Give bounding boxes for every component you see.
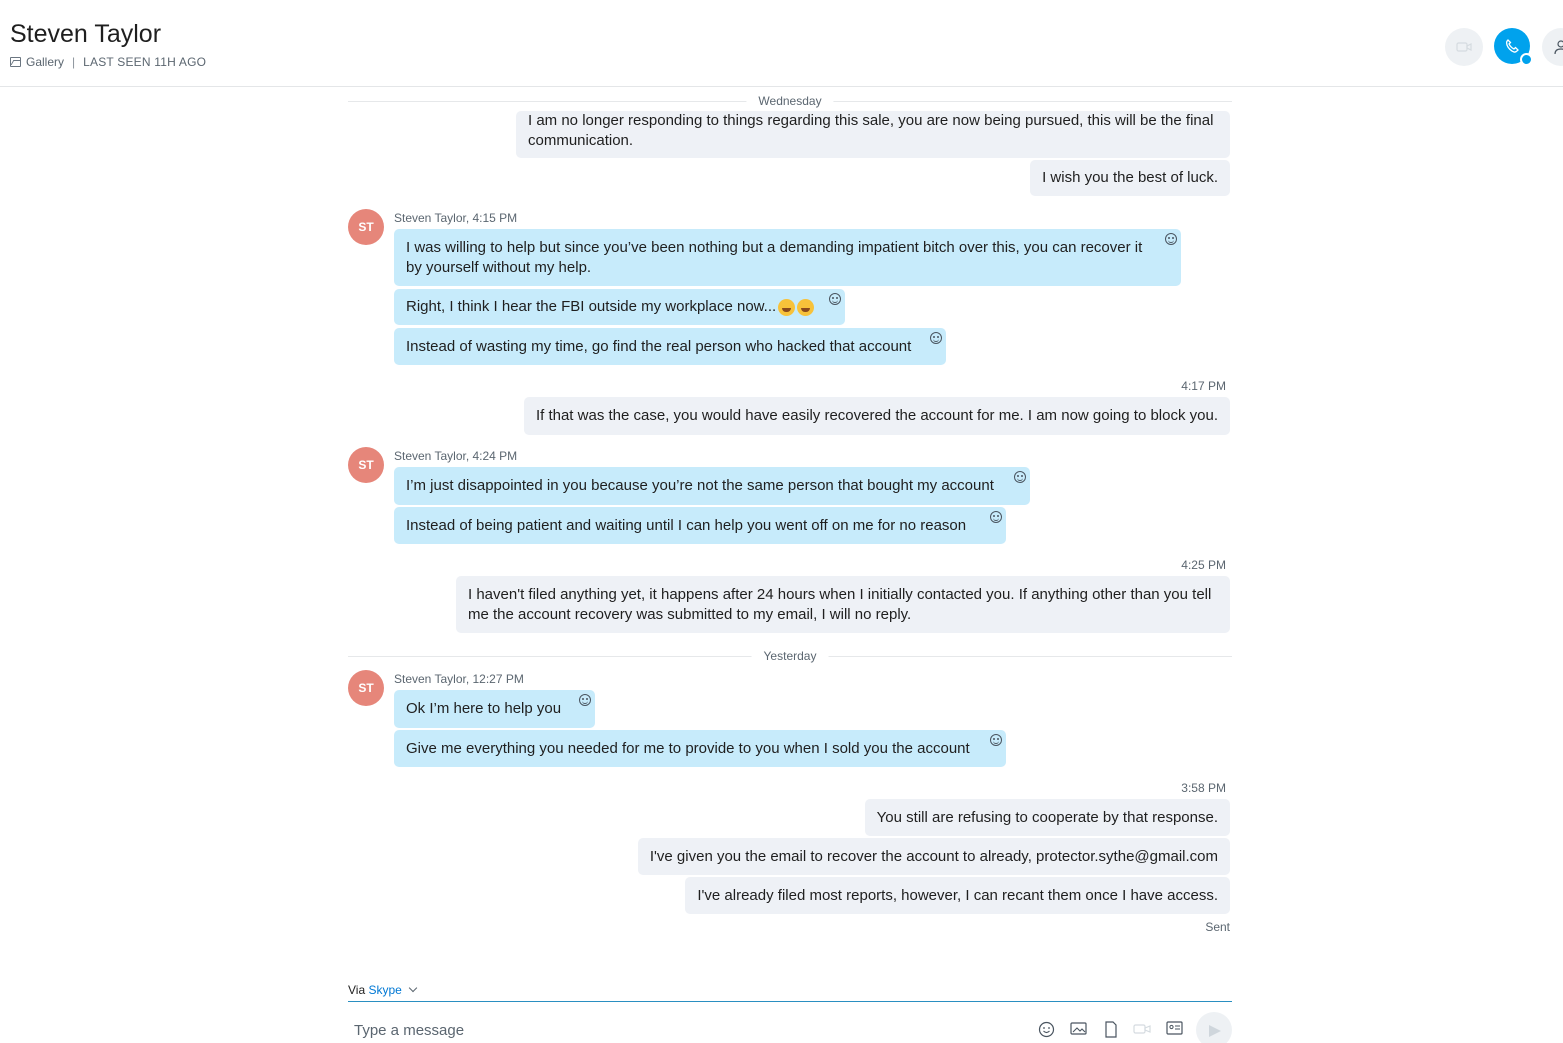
- send-button[interactable]: [1196, 1012, 1232, 1043]
- file-button[interactable]: [1101, 1021, 1119, 1039]
- message-text: You still are refusing to cooperate by t…: [876, 808, 1218, 826]
- last-seen-status: LAST SEEN 11H AGO: [83, 55, 207, 69]
- contact-card-icon: [1165, 1021, 1183, 1035]
- subtitle-separator: |: [72, 55, 76, 69]
- reaction-icon[interactable]: [1165, 233, 1177, 245]
- message-text: Ok I’m here to help you: [406, 700, 562, 717]
- avatar[interactable]: ST: [348, 447, 384, 483]
- via-label: Via: [348, 983, 366, 997]
- contact-subtitle: Gallery | LAST SEEN 11H AGO: [10, 55, 206, 69]
- message-text: I was willing to help but since you’ve b…: [406, 238, 1143, 276]
- video-message-icon: [1133, 1024, 1151, 1034]
- message-timestamp: 3:58 PM: [1181, 781, 1226, 795]
- audio-call-button[interactable]: [1494, 28, 1533, 66]
- message-timestamp: 4:17 PM: [1181, 379, 1226, 393]
- composer-divider: [348, 1001, 1232, 1002]
- reaction-icon[interactable]: [990, 511, 1002, 523]
- incoming-message[interactable]: I was willing to help but since you’ve b…: [394, 229, 1181, 286]
- outgoing-message[interactable]: I've already filed most reports, however…: [685, 877, 1230, 914]
- message-text: Right, I think I hear the FBI outside my…: [406, 298, 777, 315]
- conversation-history[interactable]: Wednesday I am no longer responding to t…: [0, 88, 1563, 968]
- laughing-emoji-icon: [778, 298, 796, 316]
- message-text: I've already filed most reports, however…: [697, 886, 1218, 904]
- incoming-message[interactable]: I’m just disappointed in you because you…: [394, 467, 1030, 505]
- profile-button[interactable]: [1542, 28, 1563, 66]
- profile-icon: [1554, 40, 1563, 55]
- outgoing-message[interactable]: You still are refusing to cooperate by t…: [864, 799, 1230, 836]
- outgoing-message[interactable]: I wish you the best of luck.: [1030, 160, 1230, 196]
- via-selector[interactable]: Via Skype: [348, 983, 418, 997]
- outgoing-message[interactable]: If that was the case, you would have eas…: [523, 397, 1230, 435]
- chevron-down-icon[interactable]: [408, 983, 418, 993]
- message-sender-time: Steven Taylor, 12:27 PM: [394, 672, 524, 686]
- message-status: Sent: [1205, 920, 1230, 934]
- image-icon: [1069, 1022, 1087, 1035]
- incoming-message[interactable]: Ok I’m here to help you: [394, 690, 595, 728]
- incoming-message[interactable]: Instead of wasting my time, go find the …: [394, 328, 946, 365]
- video-call-icon: [1456, 42, 1472, 52]
- message-text: I’m just disappointed in you because you…: [406, 477, 994, 494]
- message-sender-time: Steven Taylor, 4:24 PM: [394, 449, 518, 463]
- image-button[interactable]: [1069, 1021, 1087, 1039]
- chat-header: Steven Taylor Gallery | LAST SEEN 11H AG…: [0, 0, 1563, 87]
- message-text: Give me everything you needed for me to …: [406, 739, 970, 757]
- contact-name[interactable]: Steven Taylor: [10, 20, 161, 49]
- message-text: I am no longer responding to things rega…: [528, 112, 1214, 149]
- outgoing-message[interactable]: I've given you the email to recover the …: [637, 838, 1230, 875]
- message-text: Instead of being patient and waiting unt…: [406, 516, 967, 534]
- message-sender-time: Steven Taylor, 4:15 PM: [394, 211, 518, 225]
- date-divider: Yesterday: [348, 649, 1232, 663]
- message-text: I haven't filed anything yet, it happens…: [468, 585, 1212, 623]
- date-divider: Wednesday: [348, 94, 1232, 108]
- reaction-icon[interactable]: [829, 293, 841, 305]
- date-divider-label: Wednesday: [746, 94, 834, 108]
- incoming-message[interactable]: Give me everything you needed for me to …: [394, 730, 1006, 767]
- reaction-icon[interactable]: [579, 694, 591, 706]
- avatar[interactable]: ST: [348, 209, 384, 245]
- message-text: Instead of wasting my time, go find the …: [406, 337, 912, 355]
- avatar[interactable]: ST: [348, 670, 384, 706]
- reaction-icon[interactable]: [930, 332, 942, 344]
- message-text: I've given you the email to recover the …: [649, 847, 1218, 865]
- message-input[interactable]: [354, 1018, 1014, 1042]
- incoming-message[interactable]: Right, I think I hear the FBI outside my…: [394, 289, 845, 325]
- contact-card-button[interactable]: [1165, 1021, 1183, 1039]
- gallery-icon[interactable]: [10, 57, 21, 67]
- message-text: If that was the case, you would have eas…: [535, 407, 1218, 424]
- reaction-icon[interactable]: [1014, 471, 1026, 483]
- gallery-link[interactable]: Gallery: [26, 55, 64, 69]
- via-service[interactable]: Skype: [368, 983, 401, 997]
- video-call-button[interactable]: [1445, 28, 1483, 66]
- file-icon: [1105, 1021, 1117, 1038]
- laughing-emoji-icon: [797, 298, 815, 316]
- message-timestamp: 4:25 PM: [1181, 558, 1226, 572]
- incoming-message[interactable]: Instead of being patient and waiting unt…: [394, 507, 1006, 544]
- message-text: I wish you the best of luck.: [1042, 169, 1218, 186]
- reaction-icon[interactable]: [990, 734, 1002, 746]
- date-divider-label: Yesterday: [751, 649, 829, 663]
- emoji-icon: [1038, 1021, 1054, 1038]
- call-options-chevron-icon[interactable]: [1520, 53, 1533, 66]
- outgoing-message[interactable]: I haven't filed anything yet, it happens…: [456, 576, 1230, 633]
- emoji-button[interactable]: [1037, 1021, 1055, 1039]
- video-message-button[interactable]: [1133, 1021, 1151, 1039]
- audio-call-icon: [1505, 39, 1519, 53]
- outgoing-message[interactable]: I am no longer responding to things rega…: [516, 111, 1230, 158]
